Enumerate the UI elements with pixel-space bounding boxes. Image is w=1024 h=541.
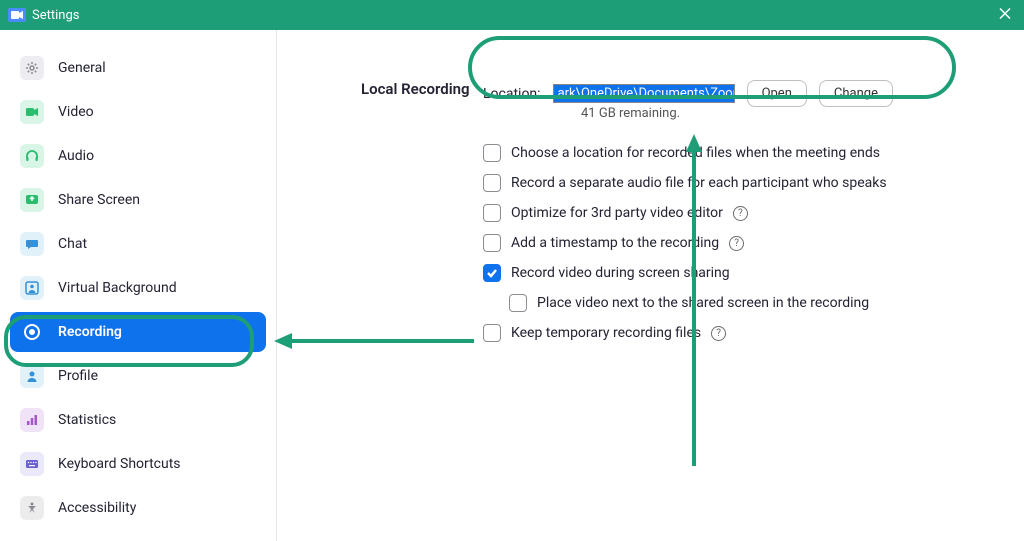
- sidebar-item-label: Keyboard Shortcuts: [58, 456, 181, 472]
- accessibility-icon: [20, 496, 44, 520]
- option-label: Record a separate audio file for each pa…: [511, 175, 887, 191]
- chat-icon: [20, 232, 44, 256]
- option-choose-location: Choose a location for recorded files whe…: [483, 144, 887, 162]
- sidebar-item-label: Chat: [58, 236, 87, 252]
- sidebar-item-label: General: [58, 60, 106, 76]
- option-label: Place video next to the shared screen in…: [537, 295, 869, 311]
- sidebar-item-label: Audio: [58, 148, 94, 164]
- option-label: Add a timestamp to the recording: [511, 235, 719, 251]
- help-icon[interactable]: ?: [729, 236, 744, 251]
- sidebar-item-label: Recording: [58, 324, 122, 340]
- checkbox[interactable]: [483, 204, 501, 222]
- sidebar-item-label: Share Screen: [58, 192, 140, 208]
- option-timestamp: Add a timestamp to the recording ?: [483, 234, 887, 252]
- option-keep-temp-files: Keep temporary recording files ?: [483, 324, 887, 342]
- sidebar-item-label: Accessibility: [58, 500, 136, 516]
- help-icon[interactable]: ?: [711, 326, 726, 341]
- virtual-background-icon: [20, 276, 44, 300]
- recording-icon: [20, 320, 44, 344]
- share-screen-icon: [20, 188, 44, 212]
- sidebar-item-video[interactable]: Video: [10, 92, 266, 132]
- option-label: Optimize for 3rd party video editor: [511, 205, 723, 221]
- checkbox[interactable]: [483, 234, 501, 252]
- checkbox[interactable]: [483, 174, 501, 192]
- close-button[interactable]: [998, 6, 1012, 25]
- location-row: Location: ark\OneDrive\Documents\Zoom Op…: [483, 80, 893, 107]
- location-label: Location:: [483, 86, 541, 102]
- sidebar-item-audio[interactable]: Audio: [10, 136, 266, 176]
- checkbox[interactable]: [483, 324, 501, 342]
- open-button[interactable]: Open: [747, 80, 807, 107]
- headphones-icon: [20, 144, 44, 168]
- keyboard-icon: [20, 452, 44, 476]
- section-title: Local Recording: [361, 80, 470, 98]
- window-title: Settings: [32, 8, 79, 23]
- sidebar-item-general[interactable]: General: [10, 48, 266, 88]
- checkbox[interactable]: [483, 144, 501, 162]
- checkbox[interactable]: [483, 264, 501, 282]
- sidebar-item-label: Statistics: [58, 412, 116, 428]
- profile-icon: [20, 364, 44, 388]
- gear-icon: [20, 56, 44, 80]
- sidebar-item-label: Profile: [58, 368, 98, 384]
- option-place-video-next: Place video next to the shared screen in…: [509, 294, 887, 312]
- sidebar: General Video Audio Share Screen Chat: [0, 30, 277, 541]
- video-icon: [20, 100, 44, 124]
- options-list: Choose a location for recorded files whe…: [483, 144, 887, 342]
- statistics-icon: [20, 408, 44, 432]
- option-label: Choose a location for recorded files whe…: [511, 145, 880, 161]
- change-button[interactable]: Change: [819, 80, 893, 107]
- sidebar-item-virtual-background[interactable]: Virtual Background: [10, 268, 266, 308]
- sidebar-item-chat[interactable]: Chat: [10, 224, 266, 264]
- help-icon[interactable]: ?: [733, 206, 748, 221]
- option-optimize-editor: Optimize for 3rd party video editor ?: [483, 204, 887, 222]
- sidebar-item-recording[interactable]: Recording: [10, 312, 266, 352]
- sidebar-item-statistics[interactable]: Statistics: [10, 400, 266, 440]
- sidebar-item-profile[interactable]: Profile: [10, 356, 266, 396]
- option-label: Keep temporary recording files: [511, 325, 701, 341]
- location-path[interactable]: ark\OneDrive\Documents\Zoom: [553, 84, 735, 103]
- checkbox[interactable]: [509, 294, 527, 312]
- app-badge-icon: [8, 8, 26, 22]
- sidebar-item-label: Virtual Background: [58, 280, 177, 296]
- title-bar: Settings: [0, 0, 1024, 30]
- storage-remaining: 41 GB remaining.: [581, 106, 680, 121]
- sidebar-item-share-screen[interactable]: Share Screen: [10, 180, 266, 220]
- sidebar-item-label: Video: [58, 104, 94, 120]
- sidebar-item-keyboard-shortcuts[interactable]: Keyboard Shortcuts: [10, 444, 266, 484]
- sidebar-item-accessibility[interactable]: Accessibility: [10, 488, 266, 528]
- content-panel: Local Recording Location: ark\OneDrive\D…: [277, 30, 1024, 541]
- option-record-video-sharing: Record video during screen sharing: [483, 264, 887, 282]
- option-label: Record video during screen sharing: [511, 265, 730, 281]
- option-separate-audio: Record a separate audio file for each pa…: [483, 174, 887, 192]
